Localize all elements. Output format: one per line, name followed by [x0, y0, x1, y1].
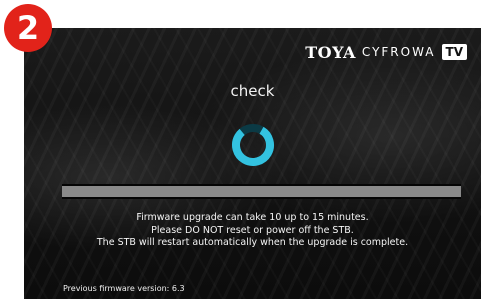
step-number-badge: 2 [4, 4, 52, 52]
message-line-2: Please DO NOT reset or power off the STB… [151, 224, 354, 236]
screenshot-frame: TOYA CYFROWA TV check Firmware upgrade c… [0, 0, 481, 299]
logo-brand: TOYA [305, 42, 356, 62]
logo-tv-badge: TV [441, 44, 467, 60]
logo-sub: CYFROWA [361, 45, 436, 59]
progress-bar [62, 184, 461, 199]
message-line-1: Firmware upgrade can take 10 up to 15 mi… [136, 212, 369, 223]
previous-firmware-version: Previous firmware version: 6.3 [63, 284, 185, 293]
tv-screen: TOYA CYFROWA TV check Firmware upgrade c… [24, 28, 481, 299]
status-text: check [230, 82, 275, 100]
toya-cyfrowa-tv-logo: TOYA CYFROWA TV [305, 42, 467, 62]
message-line-3: The STB will restart automatically when … [96, 237, 409, 248]
upgrade-message: Firmware upgrade can take 10 up to 15 mi… [24, 212, 481, 250]
loading-ring-icon [232, 124, 274, 167]
